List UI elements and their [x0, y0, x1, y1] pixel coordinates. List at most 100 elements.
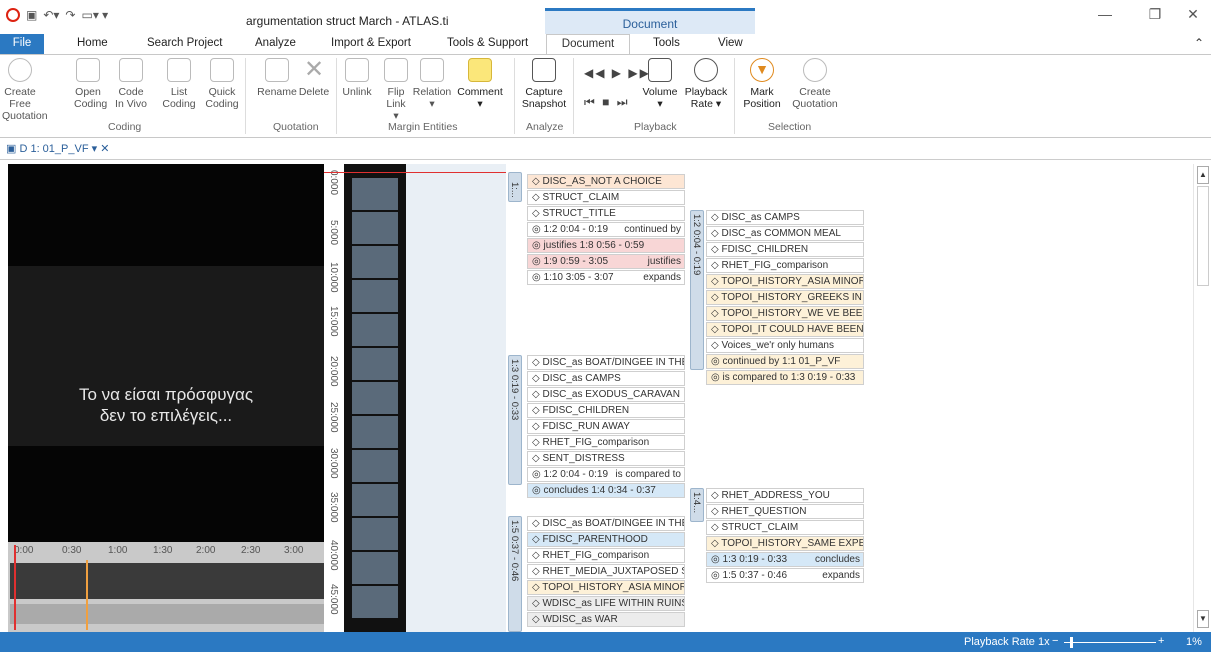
document-tab-bar: [0, 138, 1211, 160]
code-tag[interactable]: ◇ RHET_FIG_comparison: [527, 548, 685, 563]
code-tag[interactable]: ◇ DISC_as BOAT/DINGEE IN THE...: [527, 516, 685, 531]
code-tag[interactable]: ◇ STRUCT_CLAIM: [706, 520, 864, 535]
code-tag[interactable]: ◇ FDISC_PARENTHOOD: [527, 532, 685, 547]
open-coding-button[interactable]: Open Coding: [74, 58, 107, 110]
playback-rate-button[interactable]: Playback Rate ▾: [682, 58, 730, 110]
stop-controls[interactable]: ⏮ ■ ⏭: [584, 95, 630, 110]
code-tag[interactable]: ◇ DISC_as COMMON MEAL: [706, 226, 864, 241]
tab-home[interactable]: Home: [77, 37, 108, 49]
unlink-button[interactable]: Unlink: [340, 58, 374, 98]
link-tag[interactable]: ◎ 1:2 0:04 - 0:19 is compared to: [527, 467, 685, 482]
mark-position-button[interactable]: ▼ Mark Position: [740, 58, 784, 110]
code-in-vivo-button[interactable]: Code In Vivo: [115, 58, 147, 110]
capture-snapshot-button[interactable]: Capture Snapshot: [520, 58, 568, 110]
code-tag[interactable]: ◇ FDISC_CHILDREN: [706, 242, 864, 257]
film-frame: [352, 518, 398, 550]
customize-icon[interactable]: ▭▾ ▾: [81, 8, 108, 22]
restore-button[interactable]: ❐: [1140, 6, 1170, 23]
quick-access-toolbar[interactable]: ▣ ↶▾ ↷ ▭▾ ▾: [6, 8, 108, 22]
create-quotation-icon: [803, 58, 827, 82]
link-tag[interactable]: ◎ 1:3 0:19 - 0:33 concludes: [706, 552, 864, 567]
tab-search-project[interactable]: Search Project: [147, 37, 222, 49]
link-tag[interactable]: ◎ justifies 1:8 0:56 - 0:59: [527, 238, 685, 253]
code-tag[interactable]: ◇ WDISC_as LIFE WITHIN RUINS: [527, 596, 685, 611]
create-quotation-button[interactable]: Create Quotation: [789, 58, 841, 110]
link-tag[interactable]: ◎ 1:5 0:37 - 0:46 expands: [706, 568, 864, 583]
playhead[interactable]: [14, 545, 16, 630]
code-tag[interactable]: ◇ Voices_we'r only humans: [706, 338, 864, 353]
zoom-in-icon[interactable]: +: [1158, 635, 1164, 647]
code-tag[interactable]: ◇ TOPOI_HISTORY_WE VE BEEN...: [706, 306, 864, 321]
audio-waveform[interactable]: [406, 164, 506, 632]
quick-coding-button[interactable]: Quick Coding: [204, 58, 240, 110]
list-icon: [167, 58, 191, 82]
code-tag[interactable]: ◇ SENT_DISTRESS: [527, 451, 685, 466]
code-tag[interactable]: ◇ STRUCT_TITLE: [527, 206, 685, 221]
code-tag[interactable]: ◇ DISC_as EXODUS_CARAVAN: [527, 387, 685, 402]
tab-close-icon[interactable]: ✕: [100, 143, 109, 155]
tab-tools-support[interactable]: Tools & Support: [447, 37, 528, 49]
tab-file[interactable]: File: [0, 34, 44, 54]
scroll-thumb[interactable]: [1197, 186, 1209, 286]
flip-link-button[interactable]: Flip Link ▾: [379, 58, 413, 122]
create-free-quotation-button[interactable]: Create Free Quotation: [2, 58, 48, 122]
minimize-button[interactable]: —: [1090, 6, 1120, 22]
code-tag[interactable]: ◇ DISC_as CAMPS: [706, 210, 864, 225]
quote-icon: [8, 58, 32, 82]
tab-analyze[interactable]: Analyze: [255, 37, 296, 49]
film-frame: [352, 314, 398, 346]
selection-marker[interactable]: [86, 560, 88, 630]
zoom-out-icon[interactable]: −: [1052, 635, 1058, 647]
code-tag[interactable]: ◇ RHET_QUESTION: [706, 504, 864, 519]
code-tag[interactable]: ◇ TOPOI_HISTORY_GREEKS IN S...: [706, 290, 864, 305]
delete-button[interactable]: ✕ Delete: [298, 58, 330, 99]
code-tag[interactable]: ◇ FDISC_CHILDREN: [527, 403, 685, 418]
document-tab[interactable]: ▣ D 1: 01_P_VF ▾ ✕: [6, 142, 109, 155]
link-tag[interactable]: ◎ 1:9 0:59 - 3:05 justifies: [527, 254, 685, 269]
code-tag[interactable]: ◇ DISC_as CAMPS: [527, 371, 685, 386]
tab-document[interactable]: Document: [546, 34, 630, 55]
scroll-up-icon[interactable]: ▲: [1197, 166, 1209, 184]
relation-button[interactable]: Relation ▾: [411, 58, 453, 110]
code-tag[interactable]: ◇ RHET_FIG_comparison: [527, 435, 685, 450]
volume-button[interactable]: Volume ▾: [640, 58, 680, 110]
link-tag[interactable]: ◎ 1:2 0:04 - 0:19 continued by: [527, 222, 685, 237]
close-button[interactable]: ✕: [1178, 6, 1208, 23]
rename-button[interactable]: Rename: [257, 58, 297, 98]
save-icon[interactable]: ▣: [26, 8, 37, 22]
code-tag[interactable]: ◇ DISC_AS_NOT A CHOICE: [527, 174, 685, 189]
code-tag[interactable]: ◇ STRUCT_CLAIM: [527, 190, 685, 205]
code-tag[interactable]: ◇ RHET_FIG_comparison: [706, 258, 864, 273]
code-tag[interactable]: ◇ RHET_ADDRESS_YOU: [706, 488, 864, 503]
vertical-scrollbar[interactable]: ▲ ▼: [1193, 164, 1211, 632]
link-tag[interactable]: ◎ is compared to 1:3 0:19 - 0:33: [706, 370, 864, 385]
undo-icon[interactable]: ↶▾: [43, 8, 59, 22]
code-tag[interactable]: ◇ TOPOI_HISTORY_ASIA MINOR...: [706, 274, 864, 289]
code-tag[interactable]: ◇ WDISC_as WAR: [527, 612, 685, 627]
comment-icon: [468, 58, 492, 82]
tab-menu-icon[interactable]: ▾: [92, 143, 98, 155]
code-tag[interactable]: ◇ DISC_as BOAT/DINGEE IN THE...: [527, 355, 685, 370]
mark-position-icon: ▼: [750, 58, 774, 82]
scroll-down-icon[interactable]: ▼: [1197, 610, 1209, 628]
list-coding-button[interactable]: List Coding: [161, 58, 197, 110]
tab-import-export[interactable]: Import & Export: [331, 37, 411, 49]
tab-tools[interactable]: Tools: [653, 37, 680, 49]
redo-icon[interactable]: ↷: [65, 8, 75, 22]
group-label-margin-entities: Margin Entities: [388, 121, 458, 133]
code-tag[interactable]: ◇ TOPOI_HISTORY_ASIA MINOR...: [527, 580, 685, 595]
segment-label: 1:5 0:37 - 0:46: [509, 520, 520, 582]
tab-view[interactable]: View: [718, 37, 743, 49]
code-tag[interactable]: ◇ FDISC_RUN AWAY: [527, 419, 685, 434]
video-player[interactable]: [8, 164, 324, 542]
code-tag[interactable]: ◇ TOPOI_HISTORY_SAME EXPERI...: [706, 536, 864, 551]
comment-button[interactable]: Comment ▾: [456, 58, 504, 110]
link-tag[interactable]: ◎ continued by 1:1 01_P_VF: [706, 354, 864, 369]
link-tag[interactable]: ◎ concludes 1:4 0:34 - 0:37: [527, 483, 685, 498]
zoom-slider-thumb[interactable]: [1070, 637, 1073, 648]
zoom-slider[interactable]: [1064, 642, 1156, 643]
link-tag[interactable]: ◎ 1:10 3:05 - 3:07 expands: [527, 270, 685, 285]
code-tag[interactable]: ◇ RHET_MEDIA_JUXTAPOSED SP...: [527, 564, 685, 579]
code-tag[interactable]: ◇ TOPOI_IT COULD HAVE BEEN...: [706, 322, 864, 337]
collapse-ribbon-icon[interactable]: ⌃: [1194, 36, 1204, 50]
